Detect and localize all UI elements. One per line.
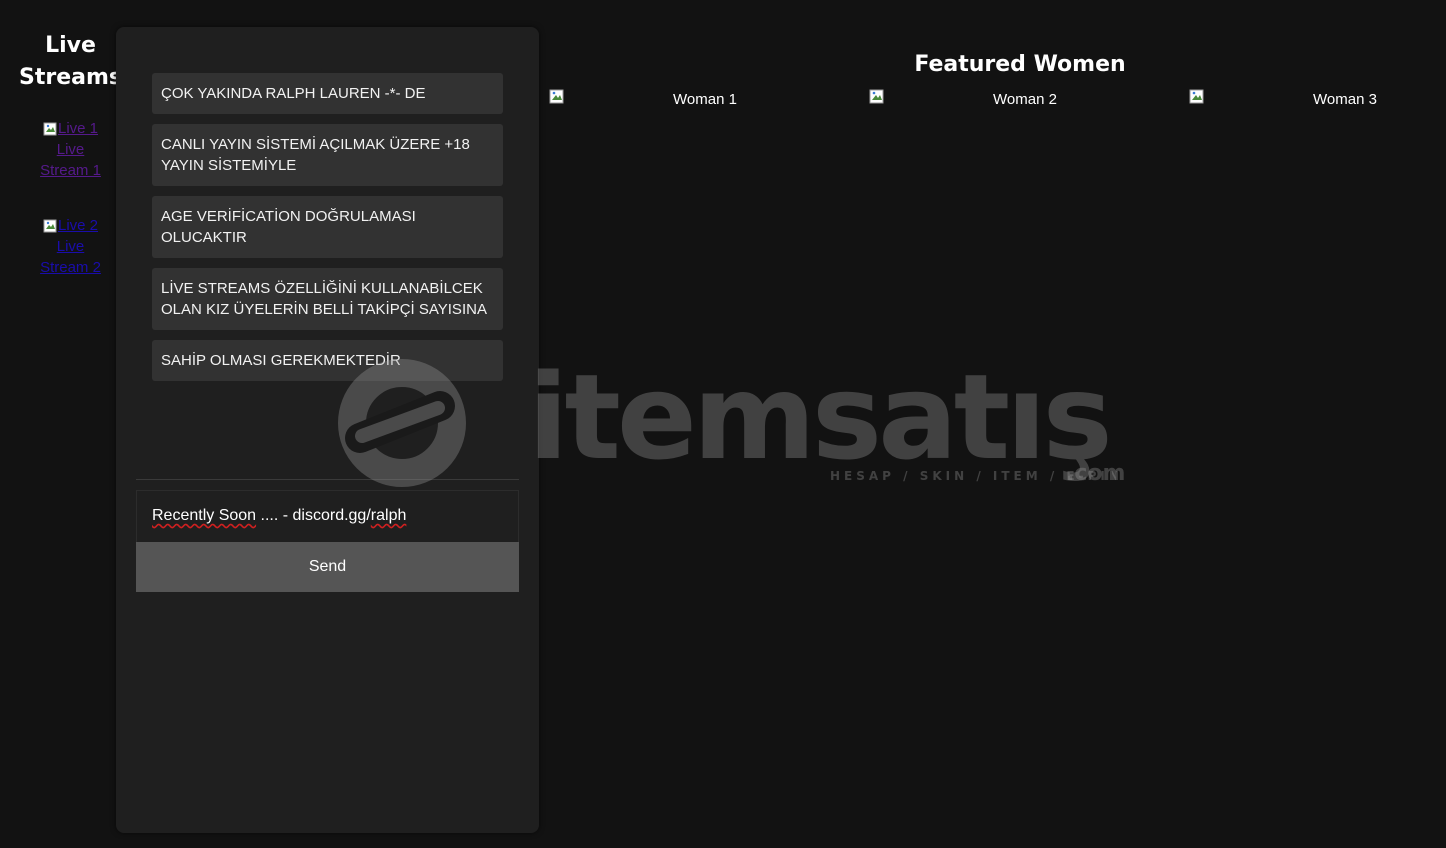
broken-image-icon [43,122,57,136]
live-stream-2-label: Live Stream 2 [40,238,101,276]
featured-woman-3[interactable]: Woman 3 [1189,89,1429,111]
featured-women-title: Featured Women [914,52,1126,77]
chat-message-input[interactable]: Recently Soon .... - discord.gg/ralph [136,490,519,542]
chat-message: CANLI YAYIN SİSTEMİ AÇILMAK ÜZERE +18 YA… [152,124,503,186]
woman-3-alt: Woman 3 [1313,91,1377,108]
chat-message: AGE VERİFİCATİON DOĞRULAMASI OLUCAKTIR [152,196,503,258]
woman-1-alt: Woman 1 [673,91,737,108]
chat-divider [136,479,519,480]
featured-woman-1[interactable]: Woman 1 [549,89,869,111]
chat-panel: ÇOK YAKINDA RALPH LAUREN -*- DE CANLI YA… [116,27,539,833]
live-stream-1-alt: Live 1 [57,120,99,137]
live-stream-2-alt: Live 2 [57,217,99,234]
watermark-brand: itemsatış [528,358,1109,486]
featured-woman-2[interactable]: Woman 2 [869,89,1189,111]
woman-2-alt: Woman 2 [993,91,1057,108]
chat-message: LİVE STREAMS ÖZELLİĞİNİ KULLANABİLCEK OL… [152,268,503,330]
broken-image-icon [43,219,57,233]
send-button[interactable]: Send [136,542,519,592]
watermark-suffix: .com [1066,461,1125,486]
broken-image-icon [1189,89,1204,104]
live-stream-1-label: Live Stream 1 [40,141,101,179]
watermark-tagline: HESAP / SKIN / ITEM / E-PIN [830,469,1123,483]
live-stream-1-link[interactable]: Live 1 Live Stream 1 [31,118,111,181]
broken-image-icon [549,89,564,104]
broken-image-icon [869,89,884,104]
chat-message: SAHİP OLMASI GEREKMEKTEDİR [152,340,503,381]
chat-message: ÇOK YAKINDA RALPH LAUREN -*- DE [152,73,503,114]
live-stream-2-link[interactable]: Live 2 Live Stream 2 [31,215,111,278]
